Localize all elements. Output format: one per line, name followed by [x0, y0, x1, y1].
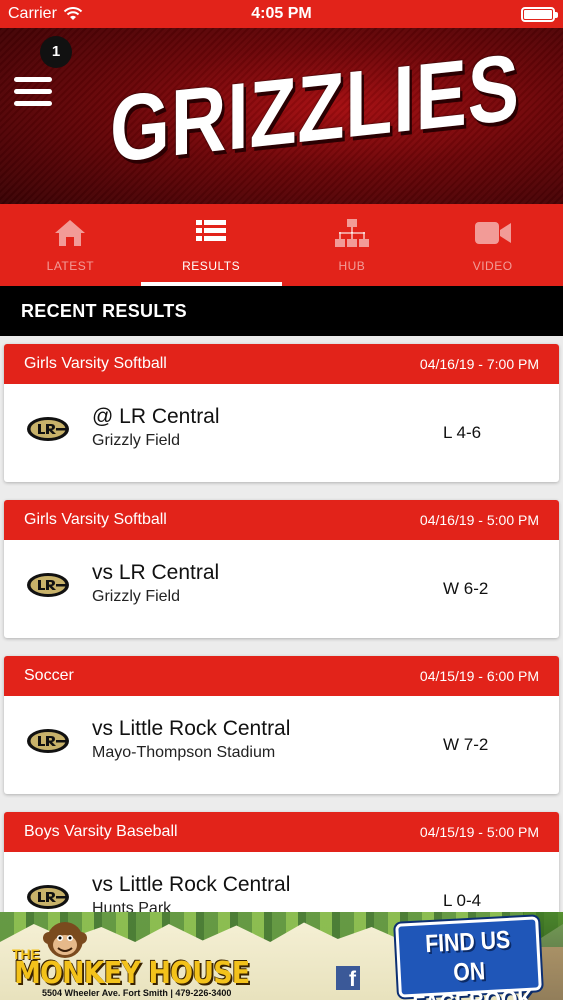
notification-badge: 1	[40, 36, 72, 68]
tab-latest[interactable]: LATEST	[0, 204, 141, 286]
card-datetime: 04/16/19 - 5:00 PM	[419, 512, 539, 528]
card-datetime: 04/16/19 - 7:00 PM	[419, 356, 539, 372]
status-time: 4:05 PM	[251, 5, 312, 22]
tab-label: VIDEO	[472, 259, 513, 273]
tab-label: HUB	[338, 259, 366, 273]
ad-brand: MONKEY HOUSE	[14, 956, 250, 991]
facebook-icon: f	[336, 966, 360, 991]
menu-bar	[14, 77, 52, 82]
results-list[interactable]: Girls Varsity Softball 04/16/19 - 7:00 P…	[0, 336, 563, 912]
result-card[interactable]: Girls Varsity Softball 04/16/19 - 7:00 P…	[4, 344, 559, 482]
team-title: GRIZZLIES	[110, 33, 520, 183]
home-icon	[0, 218, 141, 250]
card-body: vs Little Rock Central Mayo-Thompson Sta…	[4, 696, 559, 794]
card-opponent: @ LR Central	[92, 405, 220, 428]
card-datetime: 04/15/19 - 5:00 PM	[419, 824, 539, 840]
status-bar: Carrier 4:05 PM	[0, 0, 563, 28]
team-logo-icon	[27, 729, 69, 753]
card-sport: Soccer	[24, 667, 74, 684]
section-title: RECENT RESULTS	[0, 286, 563, 336]
tab-video[interactable]: VIDEO	[422, 204, 563, 286]
card-opponent: vs LR Central	[92, 561, 220, 584]
card-score: W 6-2	[443, 579, 489, 598]
card-venue: Grizzly Field	[92, 432, 181, 449]
battery-icon	[521, 7, 558, 22]
card-body: @ LR Central Grizzly Field L 4-6	[4, 384, 559, 482]
team-logo-icon	[27, 417, 69, 441]
card-opponent: vs Little Rock Central	[92, 717, 291, 740]
card-opponent: vs Little Rock Central	[92, 873, 291, 896]
card-body: vs Little Rock Central Hunts Park L 0-4	[4, 852, 559, 912]
tab-hub[interactable]: HUB	[282, 204, 423, 286]
tab-results[interactable]: RESULTS	[140, 204, 282, 286]
card-sport: Girls Varsity Softball	[24, 511, 167, 528]
card-venue: Hunts Park	[92, 900, 172, 912]
result-card[interactable]: Boys Varsity Baseball 04/15/19 - 5:00 PM…	[4, 812, 559, 912]
card-header: Girls Varsity Softball 04/16/19 - 7:00 P…	[4, 344, 559, 384]
hamburger-menu-button[interactable]	[14, 74, 54, 110]
result-card[interactable]: Girls Varsity Softball 04/16/19 - 5:00 P…	[4, 500, 559, 638]
tab-label: RESULTS	[182, 259, 241, 273]
facebook-cta: FIND US ON FACEBOOK	[395, 916, 542, 1000]
card-sport: Girls Varsity Softball	[24, 355, 167, 372]
card-venue: Grizzly Field	[92, 588, 181, 605]
header-banner: GRIZZLIES 1	[0, 28, 563, 204]
card-score: L 0-4	[443, 891, 482, 910]
card-score: L 4-6	[443, 423, 482, 442]
card-header: Soccer 04/15/19 - 6:00 PM	[4, 656, 559, 696]
card-header: Girls Varsity Softball 04/16/19 - 5:00 P…	[4, 500, 559, 540]
team-logo-icon	[27, 885, 69, 909]
card-venue: Mayo-Thompson Stadium	[92, 744, 276, 761]
sitemap-icon	[282, 218, 423, 250]
card-body: vs LR Central Grizzly Field W 6-2	[4, 540, 559, 638]
cta-line: FIND US ON	[424, 925, 511, 987]
ad-banner[interactable]: THE MONKEY HOUSE 5504 Wheeler Ave. Fort …	[0, 912, 563, 1000]
video-camera-icon	[422, 218, 563, 250]
menu-bar	[14, 89, 52, 94]
menu-bar	[14, 101, 52, 106]
team-logo-icon	[27, 573, 69, 597]
tab-bar: LATEST RESULTS HUB VIDEO	[0, 204, 563, 286]
card-header: Boys Varsity Baseball 04/15/19 - 5:00 PM	[4, 812, 559, 852]
card-score: W 7-2	[443, 735, 489, 754]
card-datetime: 04/15/19 - 6:00 PM	[419, 668, 539, 684]
ad-address: 5504 Wheeler Ave. Fort Smith | 479-226-3…	[42, 988, 232, 998]
card-sport: Boys Varsity Baseball	[24, 823, 178, 840]
list-icon	[141, 218, 282, 250]
result-card[interactable]: Soccer 04/15/19 - 6:00 PM vs Little Rock…	[4, 656, 559, 794]
tab-label: LATEST	[46, 259, 95, 273]
